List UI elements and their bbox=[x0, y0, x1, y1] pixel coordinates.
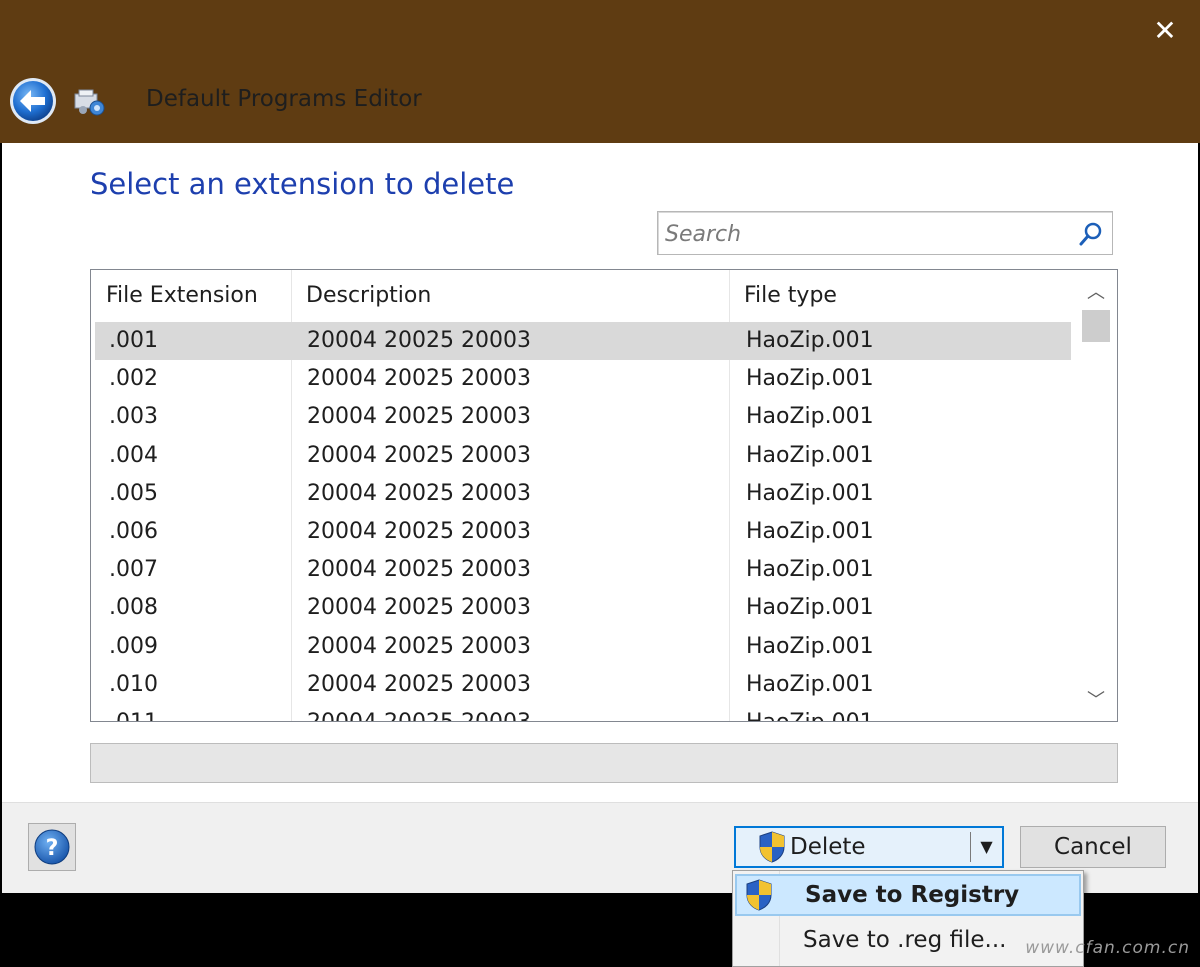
vertical-scrollbar[interactable]: ︿ ﹀ bbox=[1075, 270, 1117, 721]
menu-item-save-to-registry[interactable]: Save to Registry bbox=[735, 874, 1081, 916]
cell-file-type: HaoZip.001 bbox=[746, 519, 874, 544]
cell-description: 20004 20025 20003 bbox=[307, 519, 531, 544]
table-row[interactable]: .003 20004 20025 20003 HaoZip.001 bbox=[95, 398, 1071, 436]
page-title: Select an extension to delete bbox=[90, 167, 515, 201]
column-header-file-extension[interactable]: File Extension bbox=[91, 270, 291, 322]
column-header-description[interactable]: Description bbox=[291, 270, 729, 322]
cell-description: 20004 20025 20003 bbox=[307, 704, 531, 721]
column-header-file-type[interactable]: File type bbox=[729, 270, 1069, 322]
uac-shield-icon bbox=[746, 879, 772, 911]
title-bar: ✕ Default Programs Editor bbox=[0, 0, 1200, 143]
help-button[interactable]: ? bbox=[28, 823, 76, 871]
cell-description: 20004 20025 20003 bbox=[307, 366, 531, 392]
cell-file-type: HaoZip.001 bbox=[746, 480, 874, 506]
dialog-content: Select an extension to delete File Exten… bbox=[2, 143, 1198, 802]
cell-file-type: HaoZip.001 bbox=[746, 671, 874, 697]
cell-file-extension: .007 bbox=[109, 557, 158, 583]
cell-file-type: HaoZip.001 bbox=[746, 442, 874, 468]
default-programs-editor-icon bbox=[74, 89, 105, 116]
search-box bbox=[657, 211, 1113, 256]
table-row[interactable]: .010 20004 20025 20003 HaoZip.001 bbox=[95, 666, 1071, 704]
cell-file-extension: .002 bbox=[109, 366, 158, 392]
window-title: Default Programs Editor bbox=[146, 86, 422, 112]
cell-file-extension: .003 bbox=[109, 404, 158, 430]
watermark: www.cfan.com.cn bbox=[1025, 938, 1190, 958]
cell-file-extension: .006 bbox=[109, 519, 158, 544]
scroll-down-icon[interactable]: ﹀ bbox=[1075, 681, 1117, 721]
cell-file-type: HaoZip.001 bbox=[746, 595, 874, 621]
scrollbar-thumb[interactable] bbox=[1082, 310, 1110, 342]
extension-list[interactable]: File Extension Description File type .00… bbox=[90, 269, 1118, 722]
search-input[interactable] bbox=[658, 212, 1077, 256]
cell-description: 20004 20025 20003 bbox=[307, 557, 531, 583]
table-row[interactable]: .011 20004 20025 20003 HaoZip.001 bbox=[95, 704, 1071, 721]
chevron-down-icon[interactable]: ▼ bbox=[971, 828, 1002, 866]
scroll-up-icon[interactable]: ︿ bbox=[1075, 273, 1117, 313]
cell-file-extension: .011 bbox=[109, 704, 158, 721]
table-row[interactable]: .005 20004 20025 20003 HaoZip.001 bbox=[95, 475, 1071, 513]
delete-extension-button[interactable]: Delete Extension bbox=[736, 828, 970, 898]
table-row[interactable]: .008 20004 20025 20003 HaoZip.001 bbox=[95, 589, 1071, 627]
cell-file-type: HaoZip.001 bbox=[746, 328, 874, 353]
table-row[interactable]: .004 20004 20025 20003 HaoZip.001 bbox=[95, 437, 1071, 475]
table-row[interactable]: .006 20004 20025 20003 HaoZip.001 bbox=[95, 513, 1071, 551]
table-row[interactable]: .002 20004 20025 20003 HaoZip.001 bbox=[95, 360, 1071, 398]
cell-description: 20004 20025 20003 bbox=[307, 671, 531, 697]
cell-description: 20004 20025 20003 bbox=[307, 595, 531, 621]
help-icon: ? bbox=[34, 829, 70, 865]
cell-file-extension: .008 bbox=[109, 595, 158, 621]
cell-file-type: HaoZip.001 bbox=[746, 704, 874, 721]
cell-description: 20004 20025 20003 bbox=[307, 633, 531, 659]
cell-file-type: HaoZip.001 bbox=[746, 633, 874, 659]
cell-file-extension: .010 bbox=[109, 671, 158, 697]
cell-description: 20004 20025 20003 bbox=[307, 328, 531, 353]
table-row[interactable]: .001 20004 20025 20003 HaoZip.001 bbox=[95, 322, 1071, 360]
cell-description: 20004 20025 20003 bbox=[307, 480, 531, 506]
status-bar bbox=[90, 743, 1118, 783]
cell-file-extension: .004 bbox=[109, 442, 158, 468]
cell-file-extension: .009 bbox=[109, 633, 158, 659]
svg-text:?: ? bbox=[46, 836, 59, 861]
back-arrow-icon[interactable] bbox=[8, 76, 58, 126]
menu-item-label: Save to Registry bbox=[805, 882, 1020, 908]
menu-item-label: Save to .reg file... bbox=[803, 927, 1007, 953]
table-row[interactable]: .007 20004 20025 20003 HaoZip.001 bbox=[95, 551, 1071, 589]
cell-file-extension: .005 bbox=[109, 480, 158, 506]
cell-file-type: HaoZip.001 bbox=[746, 404, 874, 430]
cell-description: 20004 20025 20003 bbox=[307, 404, 531, 430]
uac-shield-icon bbox=[759, 831, 785, 863]
cell-description: 20004 20025 20003 bbox=[307, 442, 531, 468]
table-row[interactable]: .009 20004 20025 20003 HaoZip.001 bbox=[95, 628, 1071, 666]
delete-extension-split-button[interactable]: Delete Extension ▼ bbox=[734, 826, 1004, 898]
cell-file-type: HaoZip.001 bbox=[746, 557, 874, 583]
cancel-button[interactable]: Cancel bbox=[1020, 826, 1166, 868]
close-button[interactable]: ✕ bbox=[1148, 14, 1182, 48]
cell-file-extension: .001 bbox=[109, 328, 158, 353]
search-icon[interactable] bbox=[1078, 221, 1104, 247]
cell-file-type: HaoZip.001 bbox=[746, 366, 874, 392]
